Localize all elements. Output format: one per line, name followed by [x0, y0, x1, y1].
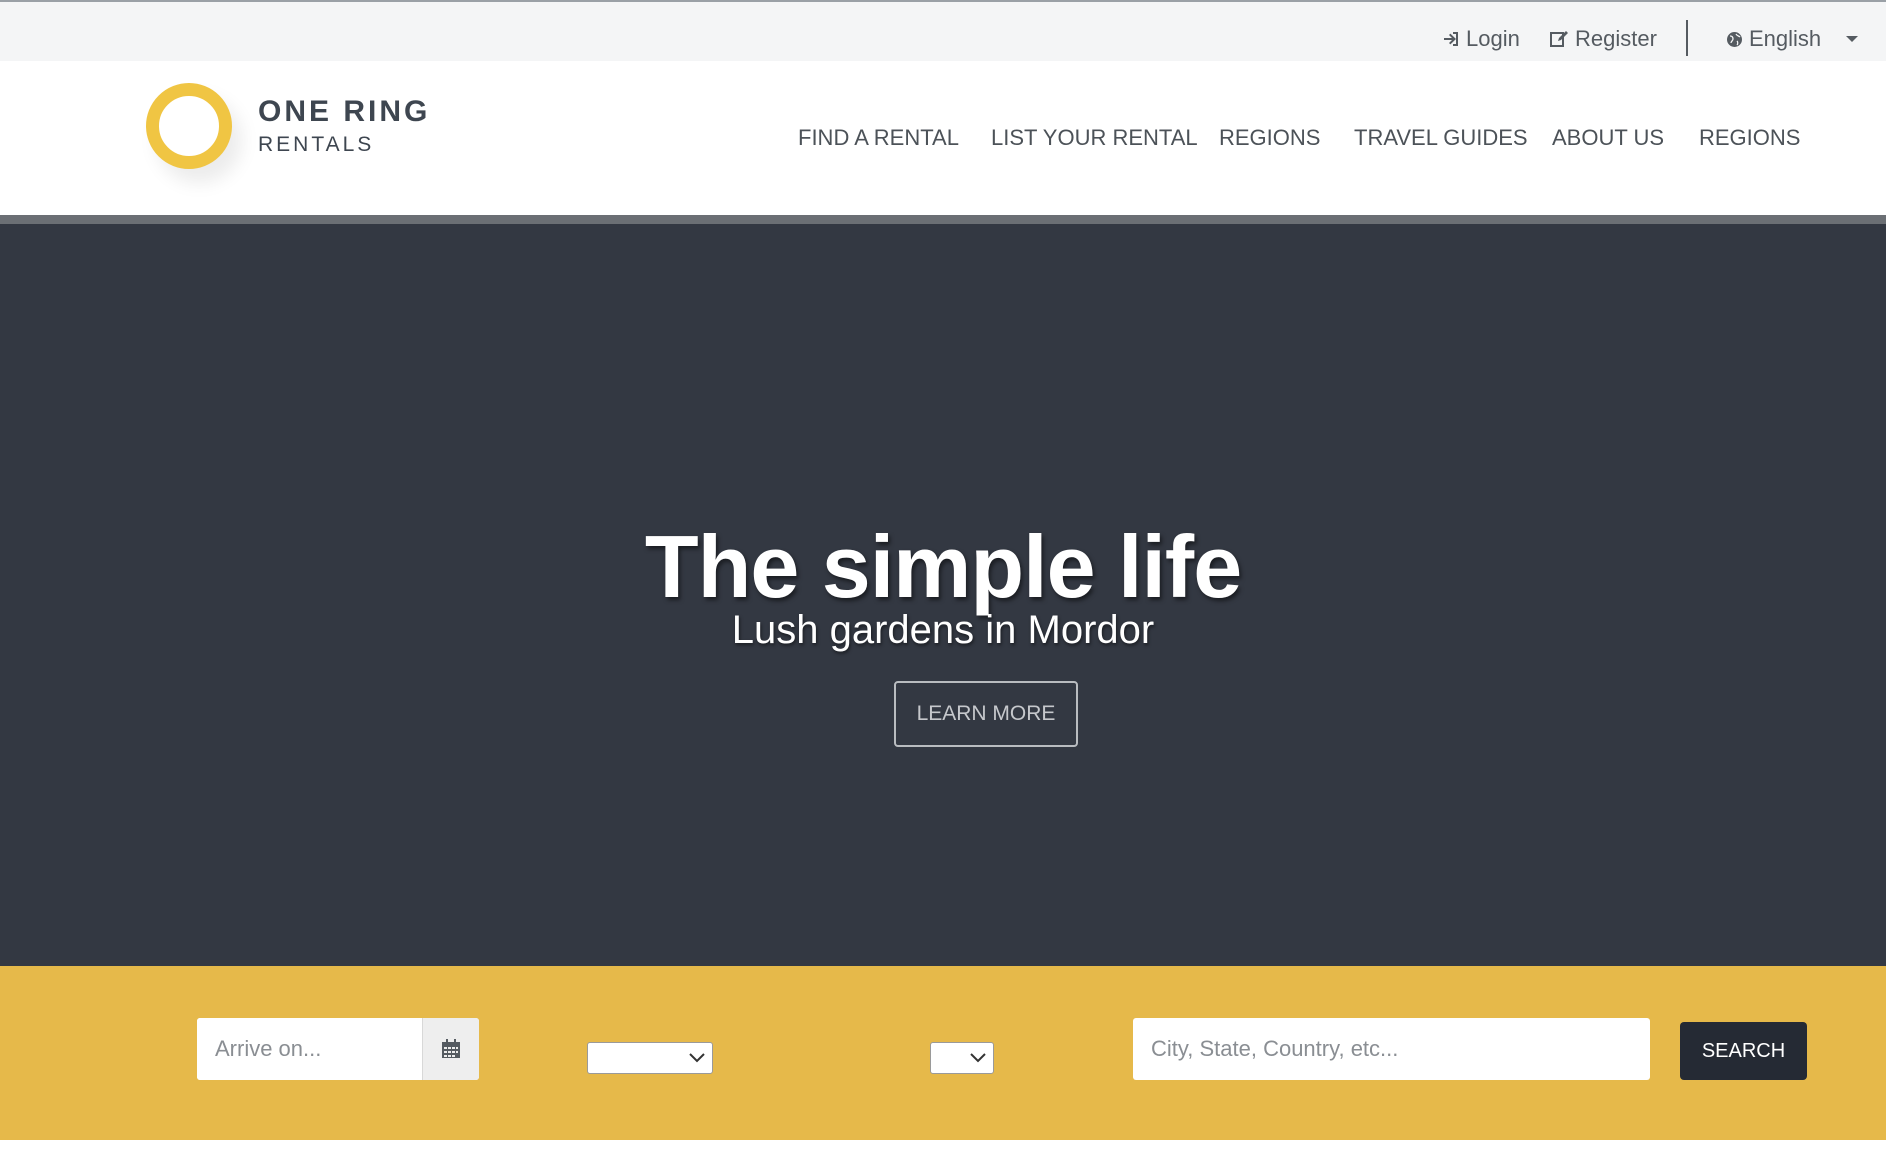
- header-divider: [0, 215, 1886, 224]
- nights-select[interactable]: [587, 1042, 713, 1074]
- login-link[interactable]: Login: [1442, 23, 1520, 55]
- nav-list-your-rental[interactable]: LIST YOUR RENTAL: [991, 125, 1198, 155]
- edit-icon: [1550, 31, 1568, 47]
- register-label: Register: [1575, 26, 1657, 51]
- arrive-on-input[interactable]: [197, 1018, 422, 1080]
- register-link[interactable]: Register: [1550, 23, 1657, 55]
- hero-subtitle: Lush gardens in Mordor: [731, 608, 1155, 652]
- arrival-date-group: [197, 1018, 479, 1080]
- calendar-icon: [442, 1039, 460, 1058]
- logo-subtitle: RENTALS: [258, 133, 375, 156]
- search-bar: SEARCH: [0, 966, 1886, 1140]
- nav-find-a-rental[interactable]: FIND A RENTAL: [798, 125, 959, 155]
- nav-regions[interactable]: REGIONS: [1219, 125, 1320, 155]
- topbar-divider: [1686, 20, 1688, 56]
- language-label: English: [1749, 26, 1822, 51]
- nav-regions-2[interactable]: REGIONS: [1699, 125, 1800, 155]
- top-utility-bar: Login Register English: [0, 0, 1886, 61]
- logo[interactable]: ONE RING RENTALS: [146, 83, 446, 203]
- location-search-input[interactable]: [1133, 1018, 1650, 1080]
- caret-down-icon[interactable]: [1846, 36, 1858, 42]
- logo-title: ONE RING: [258, 95, 431, 128]
- chevron-down-icon: [689, 1053, 705, 1063]
- nav-about-us[interactable]: ABOUT US: [1552, 125, 1664, 155]
- calendar-button[interactable]: [422, 1018, 479, 1080]
- hero-title: The simple life: [644, 517, 1242, 616]
- guests-select[interactable]: [930, 1042, 994, 1074]
- language-selector[interactable]: English: [1726, 23, 1821, 55]
- page-bottom-strip: [0, 1140, 1886, 1166]
- nav-travel-guides[interactable]: TRAVEL GUIDES: [1354, 125, 1528, 155]
- sign-in-icon: [1444, 32, 1458, 46]
- hero-banner: The simple life Lush gardens in Mordor L…: [0, 224, 1886, 1166]
- chevron-down-icon: [970, 1053, 986, 1063]
- ring-logo-icon: [146, 83, 232, 169]
- globe-icon: [1727, 31, 1742, 47]
- login-label: Login: [1466, 26, 1520, 51]
- site-header: ONE RING RENTALS FIND A RENTAL LIST YOUR…: [0, 61, 1886, 215]
- learn-more-button[interactable]: LEARN MORE: [894, 681, 1078, 747]
- search-button[interactable]: SEARCH: [1680, 1022, 1807, 1080]
